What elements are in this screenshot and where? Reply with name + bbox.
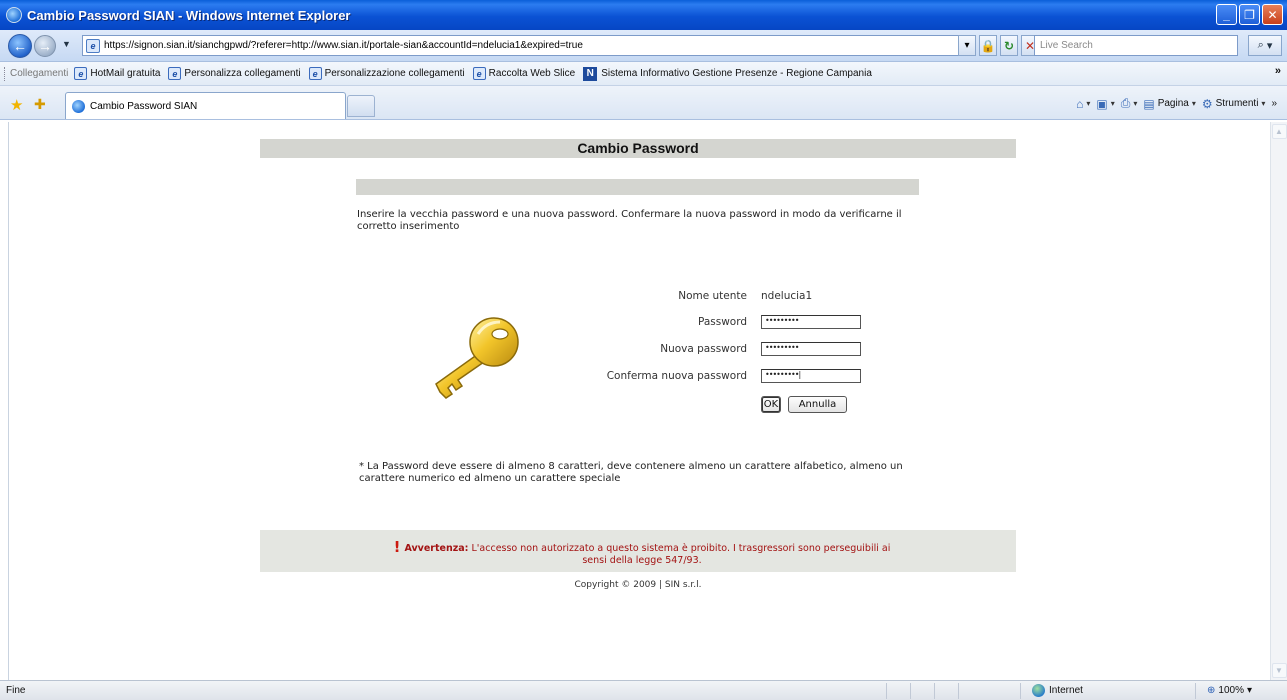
feeds-button[interactable]: ▣ ▾ [1096,97,1114,111]
page-menu[interactable]: ▤ Pagina ▾ [1143,97,1196,111]
maximize-icon[interactable]: ❐ [1239,4,1260,25]
home-icon: ⌂ [1076,96,1084,111]
copyright-text: Copyright © 2009 | SIN s.r.l. [574,580,702,590]
link-sistema-presenze[interactable]: N Sistema Informativo Gestione Presenze … [583,66,872,81]
scroll-up-icon[interactable]: ▲ [1271,124,1287,139]
confirm-password-field[interactable]: •••••••••| [761,369,861,383]
address-toolbar: ← → ▼ e https://signon.sian.it/sianchgpw… [0,30,1287,62]
address-dropdown-icon[interactable]: ▾ [958,35,976,56]
history-dropdown-icon[interactable]: ▼ [62,39,71,49]
search-input[interactable]: Live Search [1034,35,1238,56]
forward-button[interactable]: → [34,35,56,57]
link-label: Sistema Informativo Gestione Presenze - … [601,68,872,79]
warning-message: ! Avvertenza: L'accesso non autorizzato a… [382,538,902,567]
page-title: Cambio Password [260,139,1016,158]
page-content [8,122,1270,680]
link-label: Personalizzazione collegamenti [324,68,465,79]
cancel-button[interactable]: Annulla [788,396,847,413]
new-password-field[interactable]: ••••••••• [761,342,861,356]
confirm-password-label: Conferma nuova password [606,370,747,382]
printer-icon: ⎙ [1120,96,1131,110]
tools-menu-label: Strumenti [1215,98,1259,109]
page-icon: ▤ [1143,96,1155,111]
window-title-bar: Cambio Password SIAN - Windows Internet … [0,0,1287,30]
minimize-icon[interactable]: _ [1216,4,1237,25]
warning-title: Avvertenza: [404,543,469,554]
window-title: Cambio Password SIAN - Windows Internet … [27,7,351,23]
link-web-slice[interactable]: e Raccolta Web Slice [472,67,576,80]
status-divider [1020,683,1021,699]
username-label: Nome utente [678,290,747,302]
print-button[interactable]: ⎙ ▾ [1121,96,1138,111]
status-bar: Fine Internet ⊕ 100% ▾ [0,680,1287,700]
zoom-icon: ⊕ [1207,685,1216,696]
tab-cambio-password[interactable]: Cambio Password SIAN [65,92,346,119]
tools-menu[interactable]: ⚙ Strumenti ▾ [1202,97,1266,111]
address-url: https://signon.sian.it/sianchgpwd/?refer… [104,40,583,51]
scroll-down-icon[interactable]: ▼ [1271,663,1287,678]
lock-icon[interactable]: 🔒 [979,35,997,56]
status-divider [910,683,911,699]
zoom-control[interactable]: ⊕ 100% ▾ [1207,685,1252,696]
username-value: ndelucia1 [761,290,813,302]
status-text: Fine [6,685,26,696]
close-icon[interactable]: ✕ [1262,4,1283,25]
warning-icon: ! [393,538,401,556]
home-button[interactable]: ⌂ ▾ [1076,97,1090,111]
ie-page-icon: e [168,67,182,80]
link-label: Raccolta Web Slice [488,68,576,79]
status-divider [886,683,887,699]
refresh-icon[interactable]: ↻ [1000,35,1018,56]
ie-page-icon: e [74,67,88,80]
link-label: Personalizza collegamenti [184,68,301,79]
search-icon: ⌕ [1257,39,1264,51]
link-personalizzazione[interactable]: e Personalizzazione collegamenti [308,67,465,80]
new-tab-button[interactable] [347,95,375,117]
sian-logo-icon: N [583,66,598,81]
ie-page-icon: e [308,67,322,80]
address-input[interactable]: e https://signon.sian.it/sianchgpwd/?ref… [82,35,975,56]
back-button[interactable]: ← [8,34,32,58]
password-field[interactable]: ••••••••• [761,315,861,329]
ie-page-icon: e [472,67,486,80]
status-divider [1195,683,1196,699]
ie-logo-icon [6,7,22,23]
tab-label: Cambio Password SIAN [90,100,198,112]
globe-icon [1032,684,1045,697]
command-bar-more-icon[interactable]: » [1271,98,1277,109]
links-bar: Collegamenti e HotMail gratuita e Person… [0,62,1287,86]
ok-button[interactable]: OK [761,396,781,413]
search-button[interactable]: ⌕ ▾ [1248,35,1282,56]
address-actions: ▾ 🔒 ↻ ✕ [958,35,1039,56]
gear-icon: ⚙ [1201,96,1213,111]
feeds-icon: ▣ [1096,96,1108,111]
links-label: Collegamenti [10,68,69,79]
window-controls: _ ❐ ✕ [1216,4,1283,25]
section-divider [356,179,919,195]
ie-page-icon: e [86,38,100,53]
vertical-scrollbar[interactable]: ▲ ▼ [1270,122,1287,680]
warning-body: L'accesso non autorizzato a questo siste… [471,543,891,566]
add-favorite-icon[interactable]: ✚ [34,96,46,113]
new-password-label: Nuova password [660,343,747,355]
password-rules-note: * La Password deve essere di almeno 8 ca… [359,461,903,484]
link-personalizza[interactable]: e Personalizza collegamenti [168,67,301,80]
zoom-level: 100% [1218,685,1244,696]
intro-text: Inserire la vecchia password e una nuova… [357,209,902,232]
password-label: Password [697,316,747,328]
zoom-dropdown-icon: ▾ [1246,685,1252,696]
more-links-icon[interactable]: » [1275,65,1281,77]
zone-label: Internet [1049,685,1083,696]
link-hotmail[interactable]: e HotMail gratuita [74,67,160,80]
tab-row: ★ ✚ Cambio Password SIAN ⌂ ▾ ▣ ▾ ⎙ ▾ ▤ Pagin… [0,86,1287,120]
link-label: HotMail gratuita [90,68,161,79]
status-divider [958,683,959,699]
command-bar: ⌂ ▾ ▣ ▾ ⎙ ▾ ▤ Pagina ▾ ⚙ Strumenti ▾ » [1076,96,1277,111]
toolbar-grip[interactable] [4,66,7,81]
favorites-star-icon[interactable]: ★ [10,96,23,114]
page-menu-label: Pagina [1157,98,1189,109]
security-zone[interactable]: Internet [1032,684,1083,697]
ie-logo-icon [72,99,85,113]
status-divider [934,683,935,699]
